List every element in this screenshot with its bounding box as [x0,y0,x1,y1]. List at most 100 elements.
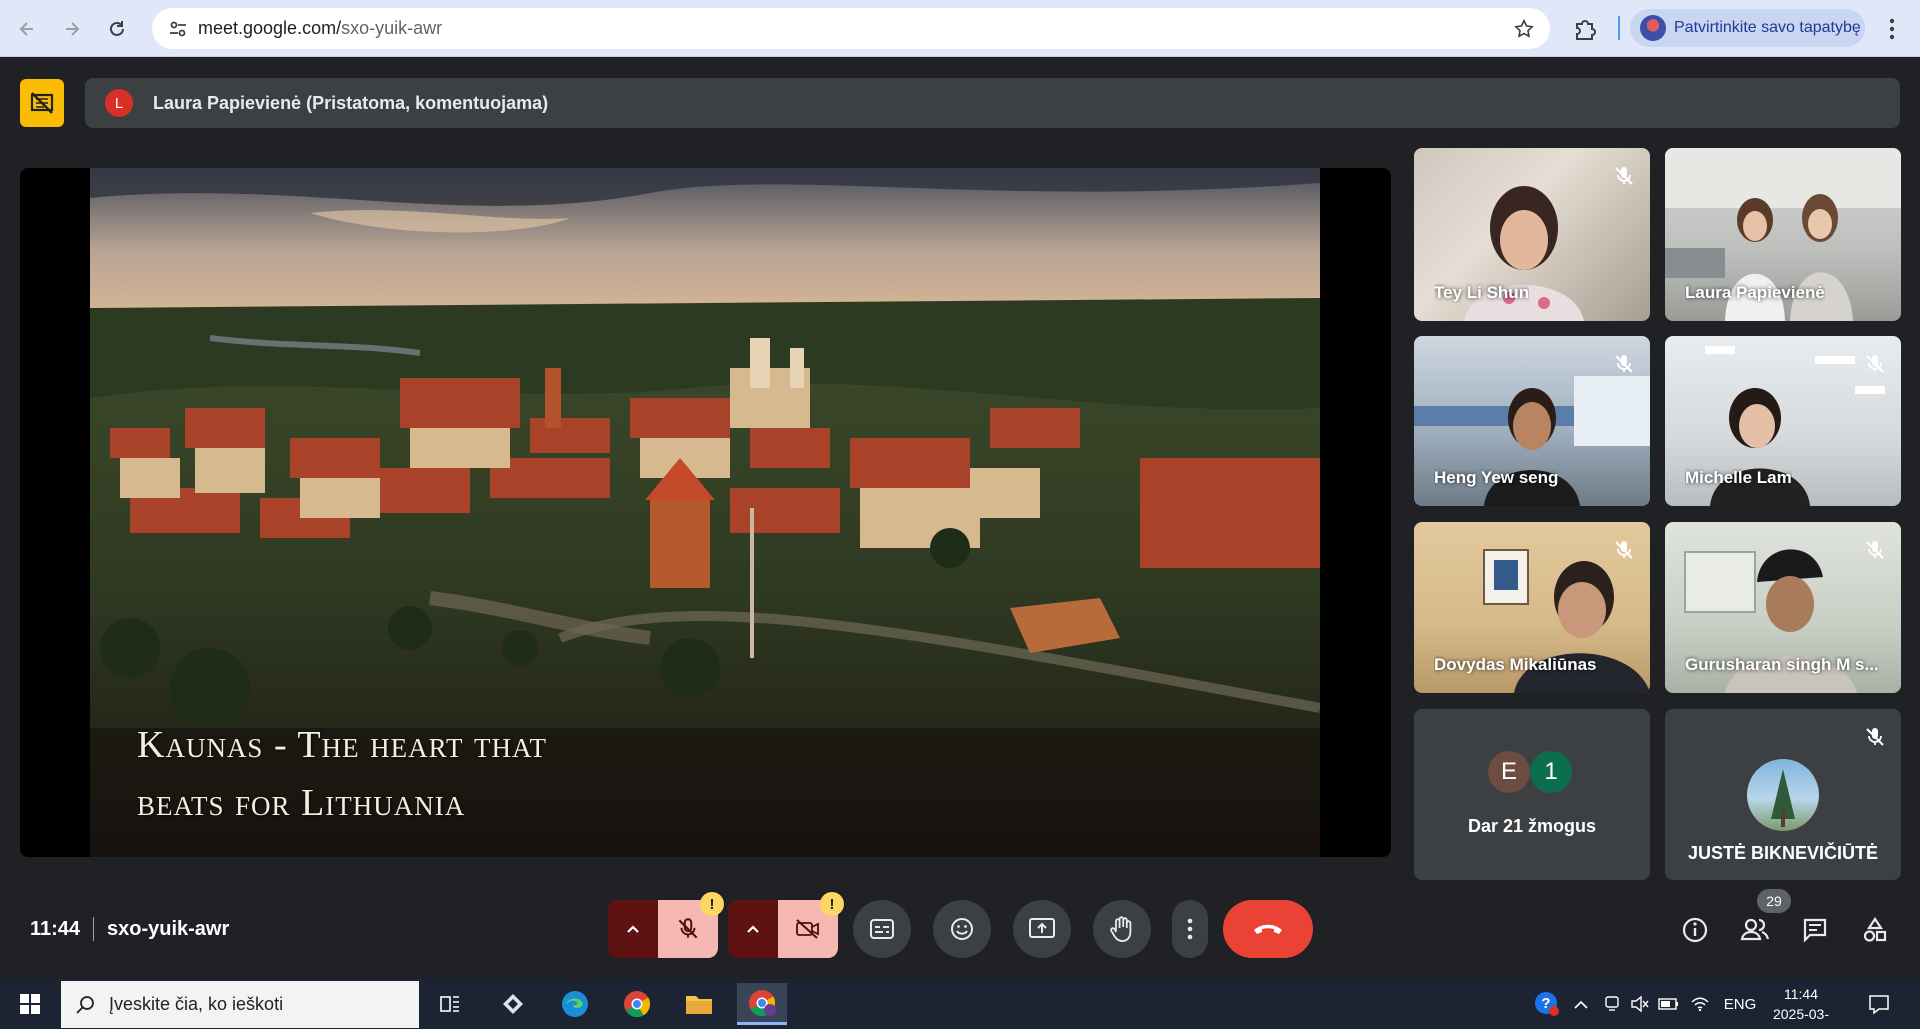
participant-tile[interactable]: Gurusharan singh M s... [1665,522,1901,693]
more-options-button[interactable] [1172,900,1208,958]
back-button[interactable] [12,14,42,44]
slide-caption-line-1: Kaunas - The heart that [137,724,547,766]
task-view-icon [440,996,459,1012]
audio-options-button[interactable] [608,900,658,958]
chevron-up-icon [747,925,759,933]
reactions-button[interactable] [933,900,991,958]
video-options-button[interactable] [728,900,778,958]
tree-avatar-icon [1771,769,1795,827]
svg-text:?: ? [1541,995,1550,1012]
slide-caption: Kaunas - The heart that beats for Lithua… [137,716,547,832]
people-button[interactable] [1735,910,1775,950]
slide-caption-line-2: beats for Lithuania [137,782,466,824]
webcam-tray-icon[interactable] [1600,991,1624,1017]
taskbar-time: 11:44 [1784,986,1818,1002]
hand-icon [1110,916,1132,942]
arrow-left-icon [19,22,33,36]
profile-avatar [1640,15,1666,41]
app-icon [503,994,523,1014]
windows-logo-icon [20,994,40,1014]
participant-tile[interactable]: Heng Yew seng [1414,336,1650,506]
info-icon [1682,917,1708,943]
taskbar-app-chrome[interactable] [612,983,662,1025]
edge-icon [562,991,588,1017]
taskbar-app-edge[interactable] [550,983,600,1025]
help-tray-icon[interactable]: ? [1532,991,1562,1017]
chevron-up-icon[interactable] [1569,991,1593,1017]
people-icon [1740,918,1770,941]
camera-toggle-button[interactable]: ! [778,892,844,958]
toolbar-divider [1618,16,1620,40]
others-count-label: Dar 21 žmogus [1467,816,1597,836]
microphone-toggle-button[interactable]: ! [658,892,724,958]
reload-icon [110,21,124,36]
captions-icon [870,919,894,939]
present-screen-button[interactable] [1013,900,1071,958]
raise-hand-button[interactable] [1093,900,1151,958]
taskbar-search[interactable]: Įveskite čia, ko ieškoti [61,981,419,1028]
notifications-icon[interactable] [1864,991,1894,1017]
emoji-icon [951,918,973,940]
mic-off-icon [1866,728,1884,746]
mic-off-icon [1615,541,1633,559]
task-view-button[interactable] [425,983,475,1025]
meeting-details-button[interactable] [1675,910,1715,950]
activities-button[interactable] [1855,910,1895,950]
others-tile[interactable]: E 1 Dar 21 žmogus [1414,709,1650,880]
presentation-slide: Kaunas - The heart that beats for Lithua… [90,168,1320,857]
participant-name: Laura Papievienė [1685,283,1825,302]
participant-tile[interactable]: JUSTĖ BIKNEVIČIŪTĖ [1665,709,1901,880]
taskbar-app-file-explorer[interactable] [674,983,724,1025]
forward-button[interactable] [57,14,87,44]
start-button[interactable] [10,979,50,1029]
mic-off-icon [1615,167,1633,185]
participant-name: Dovydas Mikaliūnas [1434,655,1597,674]
mic-off-icon [1615,355,1633,373]
camera-off-icon [796,919,819,939]
taskbar-app-vpn[interactable] [488,983,538,1025]
arrow-right-icon [66,22,80,36]
speaker-muted-icon[interactable] [1628,991,1652,1017]
participant-tile[interactable]: Michelle Lam [1665,336,1901,506]
bottom-bar-divider [93,917,94,941]
browser-menu-icon[interactable] [1880,14,1904,44]
chevron-up-icon [627,925,639,933]
present-screen-icon [1029,918,1055,938]
participant-tile[interactable]: Tey Li Shun [1414,148,1650,321]
presenter-avatar: L [105,89,133,117]
site-settings-icon[interactable] [158,8,198,49]
taskbar-app-chrome-profile[interactable] [737,983,787,1025]
taskbar-clock[interactable]: 11:44 2025-03-13 [1766,984,1836,1029]
mic-off-icon [678,918,698,939]
avatar: 1 [1530,751,1572,793]
url-host: meet.google.com/ [198,18,342,38]
address-bar[interactable]: meet.google.com/sxo-yuik-awr [152,8,1550,49]
wifi-icon[interactable] [1688,991,1712,1017]
leave-call-button[interactable] [1223,900,1313,958]
extensions-puzzle-icon[interactable] [1570,14,1600,44]
profile-label: Patvirtinkite savo tapatybę [1674,19,1861,36]
url-text: meet.google.com/sxo-yuik-awr [198,18,442,39]
presentation-layout-button[interactable] [20,79,64,127]
call-end-icon [1254,924,1282,934]
meeting-clock: 11:44 [30,918,81,940]
participant-tile[interactable]: Dovydas Mikaliūnas [1414,522,1650,693]
participant-name: JUSTĖ BIKNEVIČIŪTĖ [1687,843,1879,863]
presenter-name: Laura Papievienė (Pristatoma, komentuoja… [153,92,549,113]
search-placeholder: Įveskite čia, ko ieškoti [109,994,284,1014]
mic-off-icon [1866,355,1884,373]
folder-icon [686,996,712,1014]
participant-tile[interactable]: Laura Papievienė [1665,148,1901,321]
battery-icon[interactable] [1656,991,1682,1017]
profile-button[interactable]: Patvirtinkite savo tapatybę [1630,9,1865,47]
more-vert-icon [1187,918,1193,940]
chrome-icon [749,989,776,1016]
chat-button[interactable] [1795,910,1835,950]
bookmark-star-icon[interactable] [1512,17,1536,41]
presentation-off-icon [30,92,54,114]
participant-name: Tey Li Shun [1434,283,1530,302]
presenter-bar: L Laura Papievienė (Pristatoma, komentuo… [85,78,1900,128]
input-language[interactable]: ENG [1720,991,1760,1017]
reload-button[interactable] [102,14,132,44]
captions-button[interactable] [853,900,911,958]
